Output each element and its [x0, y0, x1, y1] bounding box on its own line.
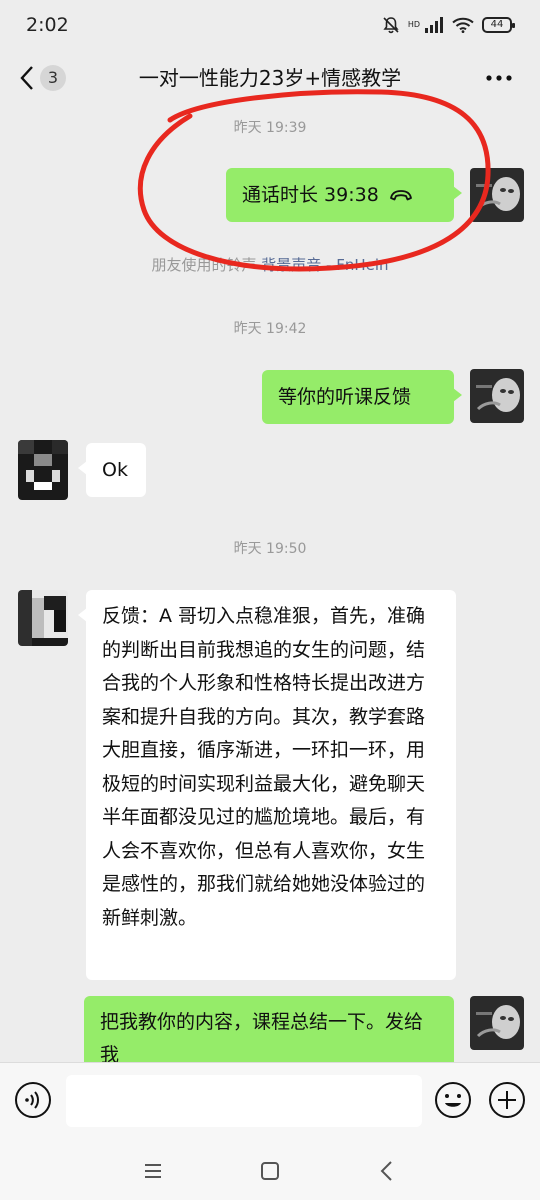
timestamp: 昨天 19:50 [233, 541, 307, 557]
signal-icon [425, 17, 443, 33]
emoji-icon [435, 1082, 471, 1118]
back-nav-button[interactable] [374, 1158, 400, 1184]
voice-button[interactable] [14, 1081, 52, 1119]
voice-icon [15, 1082, 51, 1118]
chat-input-bar [0, 1062, 540, 1140]
more-button[interactable] [484, 66, 514, 90]
back-nav-icon [380, 1161, 392, 1181]
status-bar: 2:02 HD 44 [0, 0, 540, 50]
wifi-icon [452, 17, 474, 33]
my-avatar[interactable] [470, 168, 524, 222]
unread-count-badge: 3 [40, 65, 66, 91]
phone-hangup-icon [389, 190, 412, 201]
status-time: 2:02 [26, 14, 69, 36]
contact-avatar[interactable] [18, 440, 68, 500]
message-bubble-incoming[interactable]: 反馈：A 哥切入点稳准狠，首先，准确的判断出目前我想追的女生的问题，结合我的个人… [78, 590, 456, 980]
back-icon [20, 66, 33, 90]
hd-label: HD [407, 20, 420, 29]
ringtone-link[interactable]: 背景声音 - FnHein [261, 256, 388, 274]
home-nav-icon [261, 1162, 279, 1180]
system-nav-bar [0, 1140, 540, 1200]
timestamp: 昨天 19:42 [233, 321, 307, 337]
more-icon [486, 75, 512, 81]
message-input[interactable] [66, 1075, 422, 1127]
my-avatar[interactable] [470, 369, 524, 423]
chat-title: 一对一性能力23岁+情感教学 [138, 66, 402, 90]
chat-header: 3 一对一性能力23岁+情感教学 [0, 50, 540, 106]
plus-button[interactable] [488, 1081, 526, 1119]
my-avatar[interactable] [470, 996, 524, 1050]
home-nav-button[interactable] [257, 1158, 283, 1184]
menu-nav-icon [145, 1164, 161, 1178]
status-icons: HD 44 [382, 14, 515, 36]
call-duration-text: 通话时长 39:38 [242, 184, 379, 206]
contact-avatar[interactable] [18, 590, 68, 646]
emoji-button[interactable] [434, 1081, 472, 1119]
plus-icon [489, 1082, 525, 1118]
mute-icon [383, 17, 399, 34]
ringtone-prefix: 朋友使用的铃声 [151, 256, 257, 274]
message-bubble-incoming[interactable]: Ok [78, 443, 146, 497]
menu-nav-button[interactable] [140, 1158, 166, 1184]
back-button[interactable]: 3 [18, 60, 78, 96]
battery-indicator: 44 [482, 17, 515, 33]
message-bubble-outgoing[interactable]: 等你的听课反馈 [262, 370, 462, 424]
timestamp: 昨天 19:39 [233, 120, 307, 136]
ringtone-system-message: 朋友使用的铃声 背景声音 - FnHein [0, 254, 540, 275]
call-record-bubble[interactable]: 通话时长 39:38 [226, 168, 462, 222]
